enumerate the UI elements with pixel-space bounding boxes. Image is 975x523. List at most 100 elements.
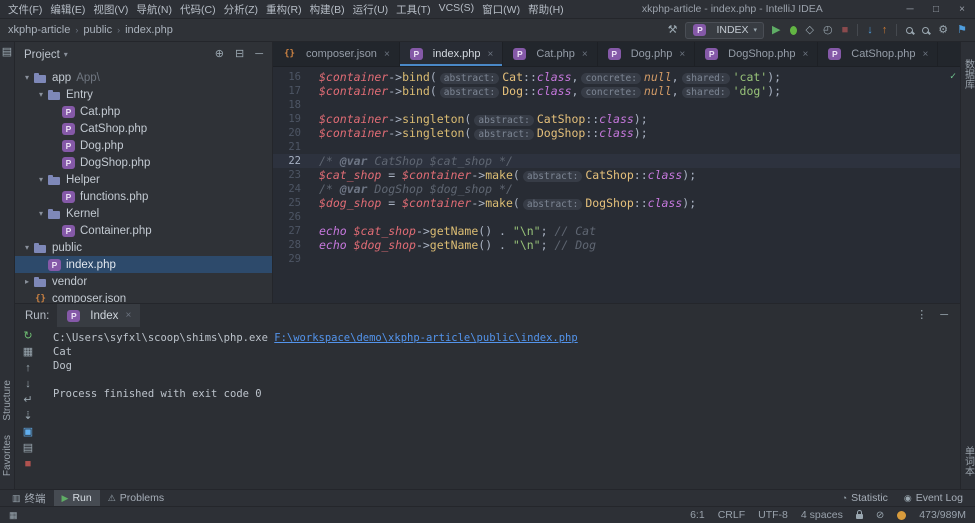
breadcrumb-item[interactable]: index.php [125, 24, 173, 36]
hide-icon[interactable]: ─ [940, 310, 948, 321]
project-panel-title[interactable]: Project [24, 49, 60, 61]
vcs-update-icon[interactable]: ↓ [867, 25, 873, 36]
close-icon[interactable]: × [923, 49, 929, 60]
tree-item[interactable]: DogShop.php [15, 154, 272, 171]
toolwindow-button[interactable]: Structure [2, 380, 13, 421]
run-console[interactable]: C:\Users\syfxl\scoop\shims\php.exe F:\wo… [41, 327, 960, 489]
menu-item[interactable]: 导航(N) [132, 2, 176, 17]
tree-item[interactable]: index.php [15, 256, 272, 273]
toolwindow-button[interactable]: 单词本 [961, 446, 975, 476]
run-tab[interactable]: Index × [57, 304, 140, 327]
tree-item[interactable]: ▾Entry [15, 86, 272, 103]
menu-item[interactable]: 编辑(E) [46, 2, 89, 17]
line-number[interactable]: 17 [273, 84, 311, 98]
line-number[interactable]: 24 [273, 182, 311, 196]
profiler-icon[interactable]: ◴ [823, 25, 833, 36]
menu-item[interactable]: 重构(R) [262, 2, 306, 17]
rerun-icon[interactable]: ↻ [23, 331, 32, 343]
tree-item[interactable]: ▾public [15, 239, 272, 256]
line-number[interactable]: 23 [273, 168, 311, 182]
gutter[interactable]: 1617181920212223242526272829 [273, 67, 311, 303]
find-icon[interactable] [922, 27, 929, 34]
breadcrumb-item[interactable]: xkphp-article [8, 24, 70, 36]
toolwindow-button[interactable]: Favorites [2, 435, 13, 476]
locate-icon[interactable]: ⊕ [215, 49, 224, 60]
editor-tab[interactable]: Dog.php× [598, 42, 695, 66]
menu-item[interactable]: VCS(S) [435, 2, 479, 17]
more-icon[interactable]: ⋮ [916, 310, 927, 321]
tree-item[interactable]: CatShop.php [15, 120, 272, 137]
menu-item[interactable]: 分析(Z) [220, 2, 262, 17]
close-icon[interactable]: × [125, 310, 131, 321]
stop-icon[interactable]: ■ [842, 25, 849, 36]
editor-tab[interactable]: CatShop.php× [818, 42, 938, 66]
line-number[interactable]: 21 [273, 140, 311, 154]
tree-item[interactable]: ▾Helper [15, 171, 272, 188]
menu-item[interactable]: 文件(F) [4, 2, 46, 17]
down-icon[interactable]: ↓ [25, 379, 31, 391]
breadcrumb-item[interactable]: public [83, 24, 112, 36]
toolwindow-button[interactable]: ▥终端 [4, 490, 54, 506]
toolwindow-button[interactable]: ⚠Problems [100, 490, 172, 506]
print-icon[interactable]: ▤ [23, 443, 33, 455]
tree-item[interactable]: Cat.php [15, 103, 272, 120]
file-link[interactable]: F:\workspace\demo\xkphp-article\public\i… [274, 332, 577, 344]
line-number[interactable]: 18 [273, 98, 311, 112]
vcs-push-icon[interactable]: ↑ [882, 25, 888, 36]
tree-item[interactable]: Container.php [15, 222, 272, 239]
memory-indicator[interactable]: 473/989M [919, 509, 966, 521]
editor-tab[interactable]: composer.json× [273, 42, 400, 66]
collapse-icon[interactable]: ⊟ [235, 49, 244, 60]
close-icon[interactable]: × [488, 49, 494, 60]
editor-tab[interactable]: Cat.php× [503, 42, 597, 66]
softwrap-icon[interactable]: ↵ [23, 395, 32, 407]
line-number[interactable]: 19 [273, 112, 311, 126]
file-encoding[interactable]: UTF-8 [758, 509, 788, 521]
toolwindow-button[interactable]: ◉Event Log [896, 490, 971, 506]
line-number[interactable]: 26 [273, 210, 311, 224]
maximize-icon[interactable]: □ [923, 4, 949, 15]
code-editor[interactable]: 1617181920212223242526272829 $container-… [273, 67, 960, 303]
tree-item[interactable]: functions.php [15, 188, 272, 205]
search-icon[interactable] [906, 27, 913, 34]
tree-item[interactable]: ▸vendor [15, 273, 272, 290]
minimize-icon[interactable]: ─ [897, 4, 923, 15]
menu-item[interactable]: 运行(U) [349, 2, 393, 17]
hide-icon[interactable]: ─ [255, 49, 263, 60]
editor-tab[interactable]: DogShop.php× [695, 42, 818, 66]
close-icon[interactable]: × [679, 49, 685, 60]
debug-icon[interactable] [790, 26, 797, 35]
line-number[interactable]: 27 [273, 224, 311, 238]
line-number[interactable]: 22 [273, 154, 311, 168]
toolwindow-button[interactable]: ◔Statistic [834, 490, 896, 506]
bookmark-icon[interactable]: ⚑ [957, 25, 967, 36]
menu-item[interactable]: 视图(V) [89, 2, 132, 17]
close-icon[interactable]: × [582, 49, 588, 60]
line-number[interactable]: 28 [273, 238, 311, 252]
line-number[interactable]: 20 [273, 126, 311, 140]
highlighting-level-icon[interactable]: ⊘ [876, 510, 884, 521]
line-number[interactable]: 16 [273, 70, 311, 84]
layout-icon[interactable]: ▦ [23, 347, 33, 359]
tree-item[interactable]: ▾Kernel [15, 205, 272, 222]
close-icon[interactable]: × [802, 49, 808, 60]
clear-icon[interactable]: ■ [25, 459, 32, 471]
line-separator[interactable]: CRLF [718, 509, 745, 521]
project-icon[interactable]: ▤ [2, 47, 12, 58]
coverage-icon[interactable]: ◇ [806, 25, 814, 36]
line-number[interactable]: 29 [273, 252, 311, 266]
tree-item[interactable]: Dog.php [15, 137, 272, 154]
close-icon[interactable]: × [949, 4, 975, 15]
menu-item[interactable]: 窗口(W) [478, 2, 524, 17]
close-icon[interactable]: × [384, 49, 390, 60]
readonly-lock-icon[interactable] [856, 514, 863, 519]
caret-position[interactable]: 6:1 [690, 509, 705, 521]
run-config-selector[interactable]: INDEX ▾ [685, 22, 764, 39]
build-icon[interactable]: ⚒ [668, 25, 678, 36]
toolwindow-button[interactable]: 数据库 [961, 59, 975, 89]
scroll-end-icon[interactable]: ⇣ [23, 411, 32, 423]
settings-icon[interactable]: ⚙ [938, 25, 948, 36]
toolwindow-switcher-icon[interactable]: ▦ [9, 511, 18, 520]
tree-item[interactable]: composer.json [15, 290, 272, 303]
line-number[interactable]: 25 [273, 196, 311, 210]
